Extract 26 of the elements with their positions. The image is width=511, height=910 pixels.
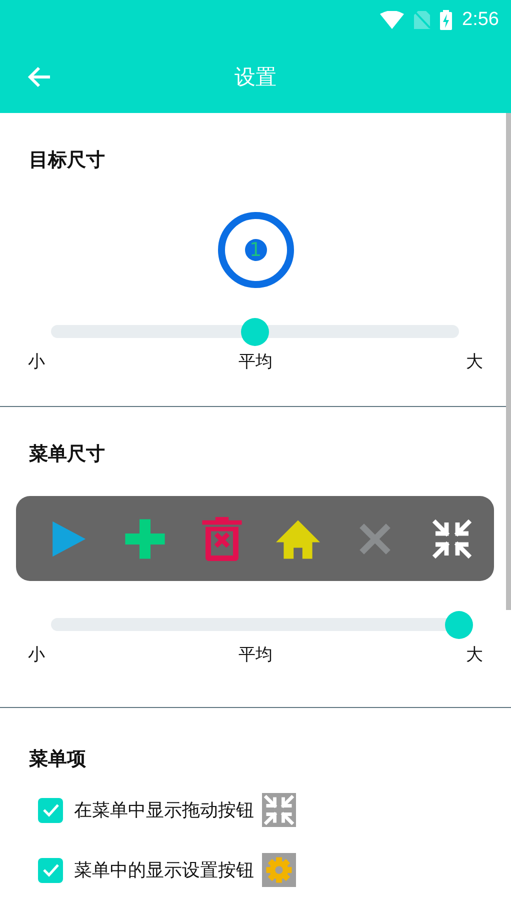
section-title: 目标尺寸 <box>28 148 106 171</box>
checkbox[interactable] <box>38 858 63 882</box>
add-icon[interactable] <box>122 516 167 560</box>
checkbox-label: 在菜单中显示拖动按钮 <box>74 799 254 822</box>
section-title: 菜单项 <box>28 747 87 770</box>
slider-thumb[interactable] <box>445 611 473 639</box>
slider-thumb[interactable] <box>241 318 269 346</box>
slider-label: 大 <box>466 644 483 666</box>
no-sim-icon <box>414 11 430 29</box>
settings-icon <box>262 853 296 887</box>
status-time: 2:56 <box>462 9 499 31</box>
collapse-icon[interactable] <box>430 516 474 560</box>
battery-icon <box>440 10 452 30</box>
target-number: 1 <box>244 239 266 261</box>
slider-label: 小 <box>28 644 45 666</box>
slider-label: 平均 <box>238 644 272 666</box>
trash-icon[interactable] <box>200 516 244 560</box>
slider-label: 大 <box>466 351 483 373</box>
slider-label: 小 <box>28 351 45 373</box>
toolbar-title: 设置 <box>234 64 276 90</box>
wifi-icon <box>380 11 404 29</box>
checkbox[interactable] <box>38 798 63 822</box>
collapse-icon <box>262 793 296 827</box>
checkbox-label: 菜单中的显示设置按钮 <box>74 859 254 882</box>
slider-label: 平均 <box>238 351 272 373</box>
section-title: 菜单尺寸 <box>28 442 106 465</box>
